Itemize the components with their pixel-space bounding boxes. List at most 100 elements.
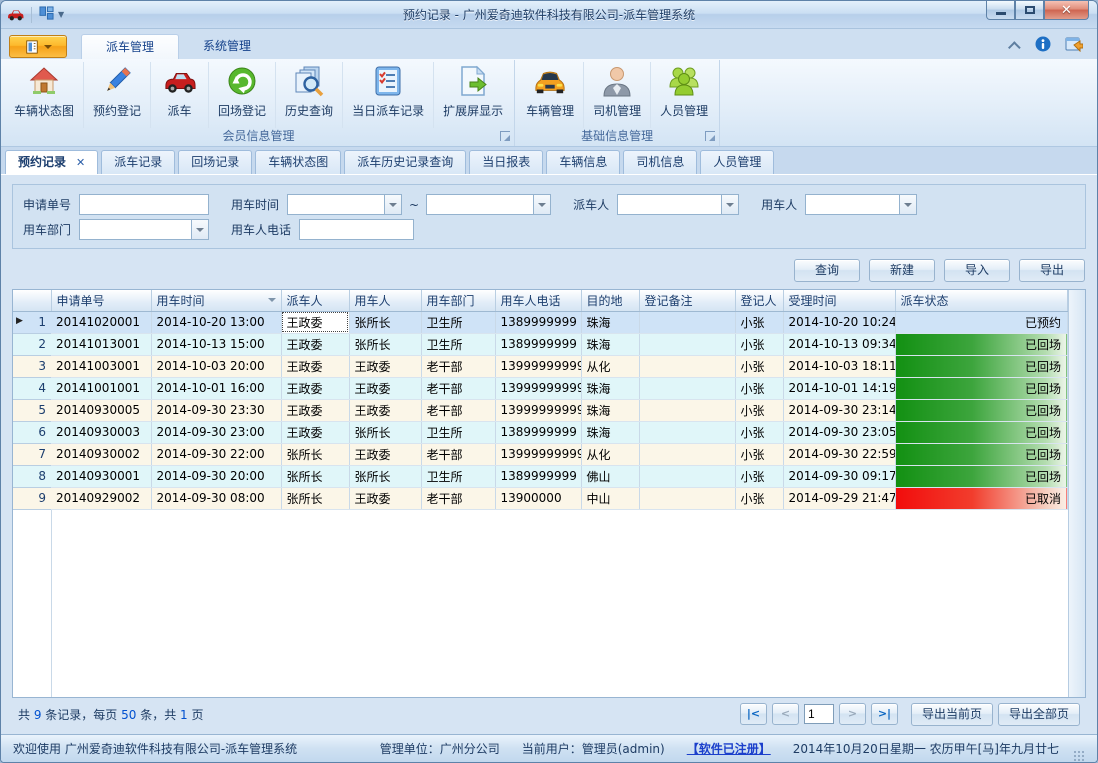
ribbon-button[interactable]: 回场登记 [209, 62, 276, 128]
dialog-launcher-icon[interactable] [705, 131, 715, 141]
cell-dispatcher[interactable]: 王政委 [281, 333, 349, 355]
cell-remark[interactable] [639, 465, 735, 487]
cell-user[interactable]: 王政委 [349, 487, 421, 509]
cell-dispatcher[interactable]: 王政委 [281, 311, 349, 333]
row-number-cell[interactable]: 7 [13, 443, 51, 465]
cell-use_time[interactable]: 2014-09-30 23:00 [151, 421, 281, 443]
action-button[interactable]: 新建 [869, 259, 935, 282]
status-cell[interactable]: 已取消 [895, 487, 1068, 509]
cell-user[interactable]: 王政委 [349, 355, 421, 377]
document-tab[interactable]: 当日报表 [469, 150, 543, 174]
next-page-button[interactable]: > [839, 703, 866, 725]
cell-phone[interactable]: 13999999999 [495, 355, 581, 377]
cell-phone[interactable]: 1389999999 [495, 333, 581, 355]
filter-input[interactable] [288, 195, 384, 214]
cell-dispatcher[interactable]: 王政委 [281, 355, 349, 377]
table-row[interactable]: 1▶201410200012014-10-20 13:00王政委张所长卫生所13… [13, 311, 1068, 333]
ribbon-button[interactable]: 人员管理 [651, 62, 717, 128]
ribbon-button[interactable]: 司机管理 [584, 62, 651, 128]
document-tab[interactable]: 回场记录 [178, 150, 252, 174]
cell-accept_time[interactable]: 2014-10-20 10:24 [783, 311, 895, 333]
filter-input[interactable] [80, 220, 191, 239]
cell-accept_time[interactable]: 2014-09-30 23:05 [783, 421, 895, 443]
cell-phone[interactable]: 13999999999 [495, 399, 581, 421]
status-cell[interactable]: 已回场 [895, 465, 1068, 487]
cell-phone[interactable]: 13999999999 [495, 443, 581, 465]
minimize-button[interactable] [986, 1, 1015, 20]
cell-remark[interactable] [639, 399, 735, 421]
table-row[interactable]: 2201410130012014-10-13 15:00王政委张所长卫生所138… [13, 333, 1068, 355]
ribbon-button[interactable]: 预约登记 [84, 62, 151, 128]
status-cell[interactable]: 已预约 [895, 311, 1068, 333]
action-button[interactable]: 查询 [794, 259, 860, 282]
cell-dispatcher[interactable]: 王政委 [281, 399, 349, 421]
column-header-phone[interactable]: 用车人电话 [495, 290, 581, 311]
table-row[interactable]: 8201409300012014-09-30 20:00张所长张所长卫生所138… [13, 465, 1068, 487]
status-cell[interactable]: 已回场 [895, 443, 1068, 465]
row-number-cell[interactable]: 6 [13, 421, 51, 443]
cell-apply_no[interactable]: 20140930005 [51, 399, 151, 421]
cell-phone[interactable]: 13900000 [495, 487, 581, 509]
column-header-registrar[interactable]: 登记人 [735, 290, 783, 311]
combo-dropdown-button[interactable] [191, 220, 208, 239]
cell-registrar[interactable]: 小张 [735, 355, 783, 377]
layout-switch-icon[interactable] [39, 6, 54, 24]
table-row[interactable]: 9201409290022014-09-30 08:00张所长王政委老干部139… [13, 487, 1068, 509]
cell-use_time[interactable]: 2014-10-03 20:00 [151, 355, 281, 377]
cell-accept_time[interactable]: 2014-10-13 09:34 [783, 333, 895, 355]
ribbon-button[interactable]: 车辆状态图 [5, 62, 84, 128]
cell-registrar[interactable]: 小张 [735, 443, 783, 465]
action-button[interactable]: 导入 [944, 259, 1010, 282]
document-tab[interactable]: 车辆信息 [546, 150, 620, 174]
status-cell[interactable]: 已回场 [895, 377, 1068, 399]
cell-use_time[interactable]: 2014-10-01 16:00 [151, 377, 281, 399]
cell-apply_no[interactable]: 20141020001 [51, 311, 151, 333]
document-tab[interactable]: 人员管理 [700, 150, 774, 174]
combo-dropdown-button[interactable] [384, 195, 401, 214]
filter-input[interactable] [300, 220, 413, 239]
column-header-use_time[interactable]: 用车时间 [151, 290, 281, 311]
table-row[interactable]: 7201409300022014-09-30 22:00张所长王政委老干部139… [13, 443, 1068, 465]
filter-input[interactable] [427, 195, 533, 214]
cell-apply_no[interactable]: 20140930003 [51, 421, 151, 443]
cell-use_time[interactable]: 2014-09-30 23:30 [151, 399, 281, 421]
cell-dest[interactable]: 珠海 [581, 377, 639, 399]
cell-dept[interactable]: 老干部 [421, 355, 495, 377]
cell-dest[interactable]: 珠海 [581, 311, 639, 333]
cell-use_time[interactable]: 2014-09-30 22:00 [151, 443, 281, 465]
cell-accept_time[interactable]: 2014-09-30 23:14 [783, 399, 895, 421]
filter-input[interactable] [806, 195, 899, 214]
cell-dept[interactable]: 老干部 [421, 443, 495, 465]
cell-phone[interactable]: 13999999999 [495, 377, 581, 399]
cell-dept[interactable]: 卫生所 [421, 421, 495, 443]
cell-registrar[interactable]: 小张 [735, 421, 783, 443]
status-cell[interactable]: 已回场 [895, 421, 1068, 443]
combo-dropdown-button[interactable] [721, 195, 738, 214]
cell-dept[interactable]: 卫生所 [421, 465, 495, 487]
cell-dept[interactable]: 老干部 [421, 377, 495, 399]
cell-accept_time[interactable]: 2014-10-03 18:11 [783, 355, 895, 377]
cell-apply_no[interactable]: 20140930002 [51, 443, 151, 465]
column-header-status[interactable]: 派车状态 [895, 290, 1068, 311]
export-current-page-button[interactable]: 导出当前页 [911, 703, 993, 726]
vertical-scrollbar[interactable] [1068, 290, 1085, 697]
cell-accept_time[interactable]: 2014-09-29 21:47 [783, 487, 895, 509]
resize-grip-icon[interactable] [1073, 750, 1085, 762]
column-header-accept_time[interactable]: 受理时间 [783, 290, 895, 311]
tab-close-icon[interactable]: ✕ [76, 156, 85, 169]
cell-user[interactable]: 王政委 [349, 443, 421, 465]
cell-user[interactable]: 张所长 [349, 333, 421, 355]
cell-dept[interactable]: 卫生所 [421, 311, 495, 333]
export-all-pages-button[interactable]: 导出全部页 [998, 703, 1080, 726]
column-header-dispatcher[interactable]: 派车人 [281, 290, 349, 311]
cell-user[interactable]: 张所长 [349, 311, 421, 333]
skin-style-icon[interactable] [1065, 36, 1083, 55]
application-menu-button[interactable] [9, 35, 67, 58]
combo-dropdown-button[interactable] [533, 195, 550, 214]
column-header-remark[interactable]: 登记备注 [639, 290, 735, 311]
column-header-dept[interactable]: 用车部门 [421, 290, 495, 311]
cell-remark[interactable] [639, 421, 735, 443]
cell-accept_time[interactable]: 2014-10-01 14:19 [783, 377, 895, 399]
ribbon-tab-active[interactable]: 派车管理 [81, 34, 179, 59]
cell-dest[interactable]: 珠海 [581, 333, 639, 355]
